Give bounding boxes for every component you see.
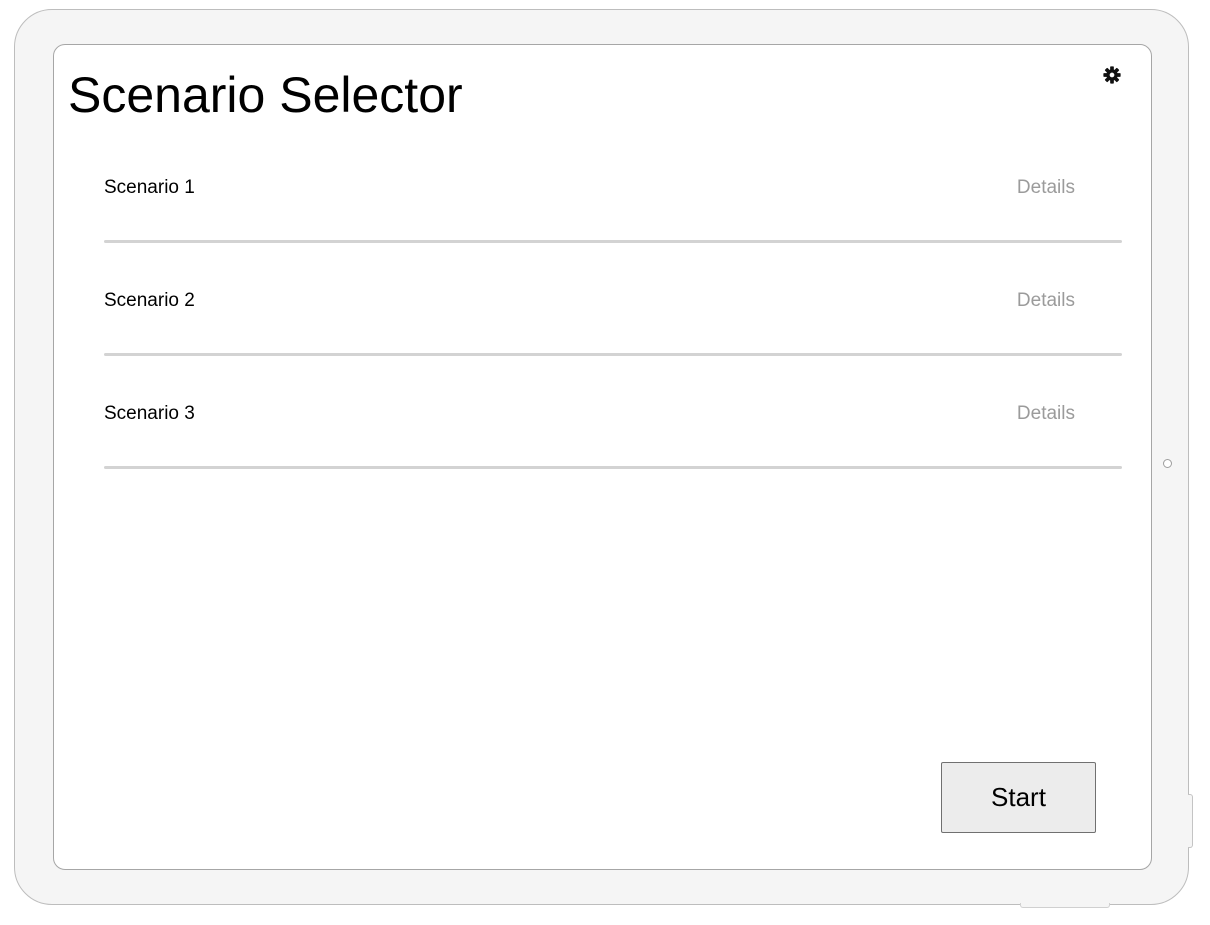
scenario-name: Scenario 3: [104, 403, 195, 424]
scenario-row-2[interactable]: Scenario 2 Details: [104, 158, 1123, 356]
tablet-side-button: [1188, 794, 1193, 848]
row-divider: [104, 466, 1122, 469]
scenario-row-3[interactable]: Scenario 3 Details: [104, 271, 1123, 469]
scenario-row-1[interactable]: Scenario 1 Details: [104, 45, 1123, 243]
tablet-camera-dot: [1163, 459, 1172, 468]
app-screen: Scenario Selector Scenario 1 Details Sce…: [53, 44, 1152, 870]
start-button[interactable]: Start: [941, 762, 1096, 833]
tablet-bottom-button: [1020, 903, 1110, 908]
details-link[interactable]: Details: [1017, 403, 1075, 425]
